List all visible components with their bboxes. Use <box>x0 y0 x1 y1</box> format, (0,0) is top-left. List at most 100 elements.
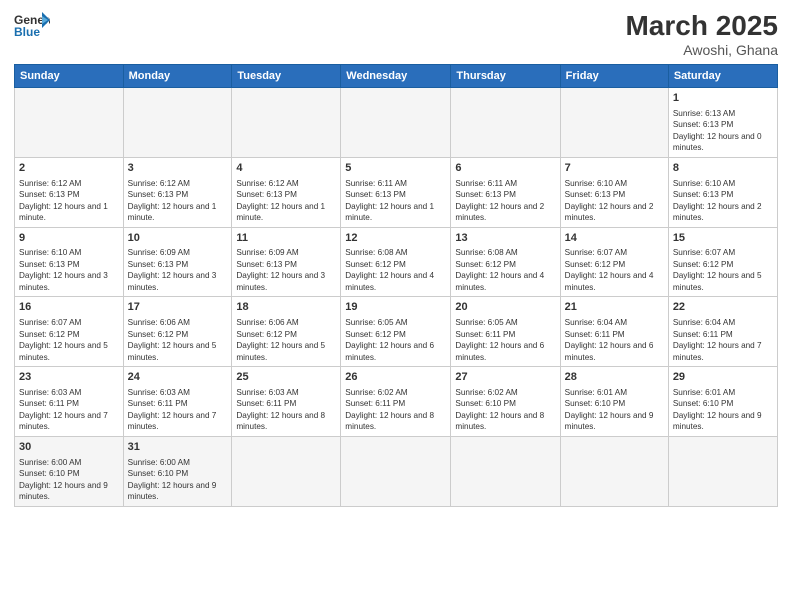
day-info: Sunrise: 6:10 AMSunset: 6:13 PMDaylight:… <box>673 178 773 224</box>
day-number: 17 <box>128 300 228 315</box>
weekday-header-friday: Friday <box>560 65 668 88</box>
calendar-cell <box>451 88 560 158</box>
day-number: 19 <box>345 300 446 315</box>
day-number: 8 <box>673 161 773 176</box>
calendar-cell: 16 Sunrise: 6:07 AMSunset: 6:12 PMDayligh… <box>15 297 124 367</box>
calendar-cell: 18Sunrise: 6:06 AMSunset: 6:12 PMDayligh… <box>232 297 341 367</box>
day-info: Sunrise: 6:13 AMSunset: 6:13 PMDaylight:… <box>673 108 773 154</box>
calendar-cell: 17 Sunrise: 6:06 AMSunset: 6:12 PMDayligh… <box>123 297 232 367</box>
day-info: Sunrise: 6:04 AMSunset: 6:11 PMDaylight:… <box>673 317 773 363</box>
calendar-cell: 14Sunrise: 6:07 AMSunset: 6:12 PMDayligh… <box>560 227 668 297</box>
day-info: Sunrise: 6:07 AMSunset: 6:12 PMDaylight:… <box>673 247 773 293</box>
day-number: 14 <box>565 231 664 246</box>
day-number: 20 <box>455 300 555 315</box>
calendar-table: SundayMondayTuesdayWednesdayThursdayFrid… <box>14 64 778 507</box>
calendar-cell: 26Sunrise: 6:02 AMSunset: 6:11 PMDayligh… <box>341 367 451 437</box>
calendar-cell: 23 Sunrise: 6:03 AMSunset: 6:11 PMDayligh… <box>15 367 124 437</box>
calendar-cell <box>560 88 668 158</box>
calendar-cell: 3 Sunrise: 6:12 AMSunset: 6:13 PMDaylight… <box>123 157 232 227</box>
calendar-cell: 8 Sunrise: 6:10 AMSunset: 6:13 PMDaylight… <box>668 157 777 227</box>
calendar-cell <box>341 88 451 158</box>
calendar-cell: 31 Sunrise: 6:00 AMSunset: 6:10 PMDayligh… <box>123 436 232 506</box>
calendar-cell: 20 Sunrise: 6:05 AMSunset: 6:11 PMDayligh… <box>451 297 560 367</box>
day-info: Sunrise: 6:03 AMSunset: 6:11 PMDaylight:… <box>19 387 119 433</box>
day-number: 31 <box>128 440 228 455</box>
day-number: 15 <box>673 231 773 246</box>
day-info: Sunrise: 6:10 AMSunset: 6:13 PMDaylight:… <box>565 178 664 224</box>
calendar-cell: 7 Sunrise: 6:10 AMSunset: 6:13 PMDaylight… <box>560 157 668 227</box>
calendar-cell: 28 Sunrise: 6:01 AMSunset: 6:10 PMDayligh… <box>560 367 668 437</box>
calendar-cell: 19 Sunrise: 6:05 AMSunset: 6:12 PMDayligh… <box>341 297 451 367</box>
month-title: March 2025 <box>625 10 778 42</box>
day-info: Sunrise: 6:05 AMSunset: 6:12 PMDaylight:… <box>345 317 446 363</box>
calendar-cell <box>341 436 451 506</box>
day-info: Sunrise: 6:06 AMSunset: 6:12 PMDaylight:… <box>128 317 228 363</box>
day-info: Sunrise: 6:03 AMSunset: 6:11 PMDaylight:… <box>236 387 336 433</box>
day-number: 4 <box>236 161 336 176</box>
day-info: Sunrise: 6:07 AMSunset: 6:12 PMDaylight:… <box>565 247 664 293</box>
calendar-cell: 24Sunrise: 6:03 AMSunset: 6:11 PMDayligh… <box>123 367 232 437</box>
calendar-cell <box>232 88 341 158</box>
svg-text:Blue: Blue <box>14 25 40 38</box>
calendar-cell: 11Sunrise: 6:09 AMSunset: 6:13 PMDayligh… <box>232 227 341 297</box>
weekday-header-monday: Monday <box>123 65 232 88</box>
day-info: Sunrise: 6:12 AMSunset: 6:13 PMDaylight:… <box>19 178 119 224</box>
day-info: Sunrise: 6:08 AMSunset: 6:12 PMDaylight:… <box>455 247 555 293</box>
day-info: Sunrise: 6:11 AMSunset: 6:13 PMDaylight:… <box>455 178 555 224</box>
day-info: Sunrise: 6:11 AMSunset: 6:13 PMDaylight:… <box>345 178 446 224</box>
day-info: Sunrise: 6:01 AMSunset: 6:10 PMDaylight:… <box>565 387 664 433</box>
day-number: 10 <box>128 231 228 246</box>
calendar-cell: 30 Sunrise: 6:00 AMSunset: 6:10 PMDayligh… <box>15 436 124 506</box>
weekday-header-wednesday: Wednesday <box>341 65 451 88</box>
day-info: Sunrise: 6:07 AMSunset: 6:12 PMDaylight:… <box>19 317 119 363</box>
day-number: 13 <box>455 231 555 246</box>
calendar-cell: 13Sunrise: 6:08 AMSunset: 6:12 PMDayligh… <box>451 227 560 297</box>
day-info: Sunrise: 6:04 AMSunset: 6:11 PMDaylight:… <box>565 317 664 363</box>
calendar-cell: 4 Sunrise: 6:12 AMSunset: 6:13 PMDaylight… <box>232 157 341 227</box>
day-info: Sunrise: 6:00 AMSunset: 6:10 PMDaylight:… <box>128 457 228 503</box>
day-number: 30 <box>19 440 119 455</box>
calendar-cell <box>123 88 232 158</box>
day-info: Sunrise: 6:08 AMSunset: 6:12 PMDaylight:… <box>345 247 446 293</box>
weekday-header-sunday: Sunday <box>15 65 124 88</box>
day-number: 11 <box>236 231 336 246</box>
day-number: 23 <box>19 370 119 385</box>
day-info: Sunrise: 6:01 AMSunset: 6:10 PMDaylight:… <box>673 387 773 433</box>
title-block: March 2025 Awoshi, Ghana <box>625 10 778 58</box>
calendar-cell: 5 Sunrise: 6:11 AMSunset: 6:13 PMDaylight… <box>341 157 451 227</box>
day-number: 28 <box>565 370 664 385</box>
calendar-cell: 6Sunrise: 6:11 AMSunset: 6:13 PMDaylight… <box>451 157 560 227</box>
day-number: 7 <box>565 161 664 176</box>
weekday-header-tuesday: Tuesday <box>232 65 341 88</box>
day-number: 26 <box>345 370 446 385</box>
day-number: 25 <box>236 370 336 385</box>
day-info: Sunrise: 6:09 AMSunset: 6:13 PMDaylight:… <box>236 247 336 293</box>
day-info: Sunrise: 6:00 AMSunset: 6:10 PMDaylight:… <box>19 457 119 503</box>
day-number: 2 <box>19 161 119 176</box>
calendar-cell: 1 Sunrise: 6:13 AMSunset: 6:13 PMDaylight… <box>668 88 777 158</box>
logo: General Blue <box>14 10 50 38</box>
day-info: Sunrise: 6:05 AMSunset: 6:11 PMDaylight:… <box>455 317 555 363</box>
calendar-cell: 2 Sunrise: 6:12 AMSunset: 6:13 PMDaylight… <box>15 157 124 227</box>
calendar-cell <box>232 436 341 506</box>
calendar-cell: 12Sunrise: 6:08 AMSunset: 6:12 PMDayligh… <box>341 227 451 297</box>
day-number: 1 <box>673 91 773 106</box>
day-number: 3 <box>128 161 228 176</box>
calendar-cell: 21Sunrise: 6:04 AMSunset: 6:11 PMDayligh… <box>560 297 668 367</box>
page: General Blue March 2025 Awoshi, Ghana Su… <box>0 0 792 612</box>
day-info: Sunrise: 6:12 AMSunset: 6:13 PMDaylight:… <box>128 178 228 224</box>
day-info: Sunrise: 6:12 AMSunset: 6:13 PMDaylight:… <box>236 178 336 224</box>
day-info: Sunrise: 6:02 AMSunset: 6:10 PMDaylight:… <box>455 387 555 433</box>
header: General Blue March 2025 Awoshi, Ghana <box>14 10 778 58</box>
calendar-cell <box>668 436 777 506</box>
day-number: 9 <box>19 231 119 246</box>
weekday-header-thursday: Thursday <box>451 65 560 88</box>
day-number: 29 <box>673 370 773 385</box>
day-number: 22 <box>673 300 773 315</box>
day-info: Sunrise: 6:06 AMSunset: 6:12 PMDaylight:… <box>236 317 336 363</box>
calendar-cell: 29 Sunrise: 6:01 AMSunset: 6:10 PMDayligh… <box>668 367 777 437</box>
day-number: 16 <box>19 300 119 315</box>
day-info: Sunrise: 6:03 AMSunset: 6:11 PMDaylight:… <box>128 387 228 433</box>
calendar-cell <box>15 88 124 158</box>
day-number: 5 <box>345 161 446 176</box>
